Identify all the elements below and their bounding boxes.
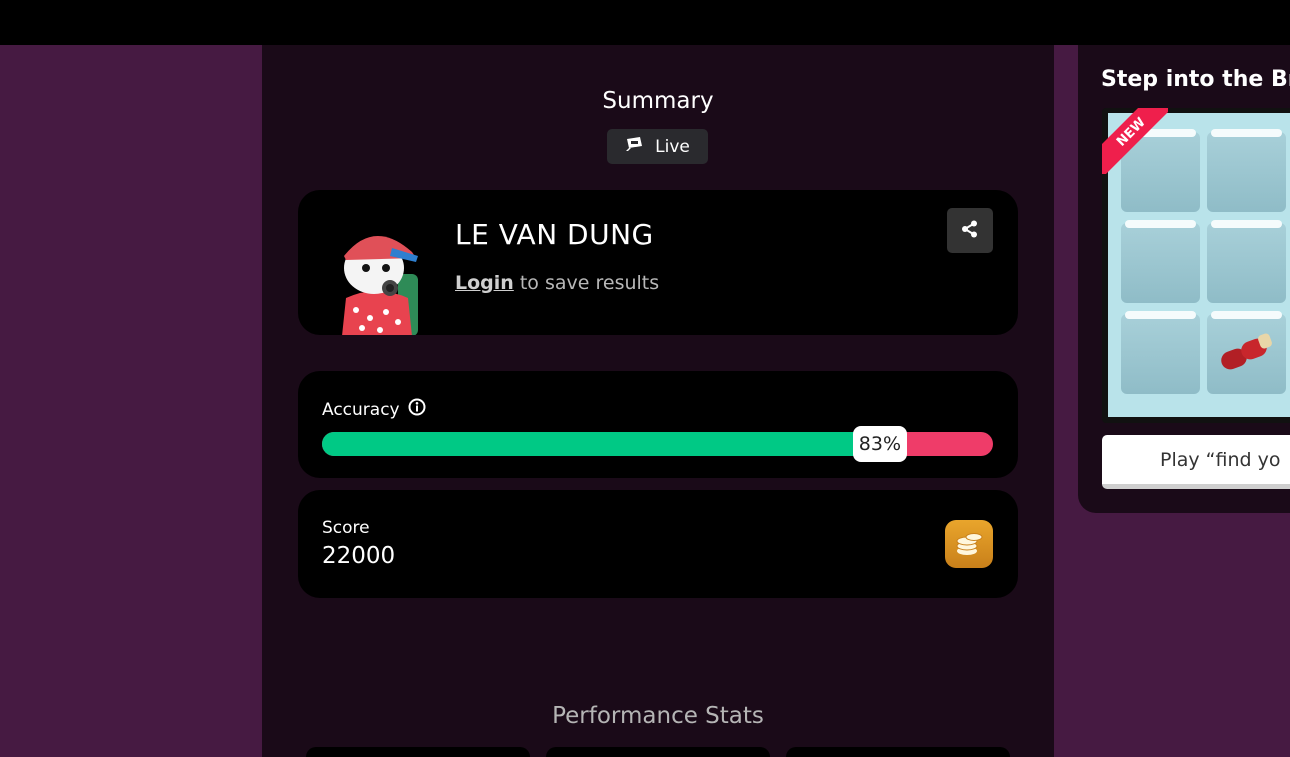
new-badge-label: NEW (1102, 108, 1168, 174)
login-prompt: Login to save results (455, 272, 659, 294)
login-link[interactable]: Login (455, 272, 514, 294)
binoculars-icon (1219, 332, 1279, 380)
live-mode-badge: Live (607, 129, 708, 164)
accuracy-header: Accuracy (322, 398, 426, 421)
stat-tile (546, 747, 770, 757)
accuracy-label: Accuracy (322, 399, 400, 420)
info-icon[interactable] (408, 398, 426, 421)
live-label: Live (655, 136, 690, 157)
share-icon (961, 220, 979, 242)
live-game-icon (625, 136, 645, 157)
new-badge: NEW (1102, 108, 1168, 174)
accuracy-bar: 83% (322, 426, 993, 462)
coins-icon (945, 520, 993, 568)
game-tile (1207, 129, 1286, 212)
game-tile (1207, 220, 1286, 303)
game-tile (1121, 311, 1200, 394)
stat-tile (306, 747, 530, 757)
player-card: LE VAN DUNG Login to save results (298, 190, 1018, 335)
score-label: Score (322, 518, 370, 538)
share-button[interactable] (947, 208, 993, 253)
score-value: 22000 (322, 543, 396, 569)
promo-image[interactable]: NEW (1102, 108, 1290, 423)
login-suffix: to save results (513, 272, 660, 294)
game-tile (1121, 220, 1200, 303)
accuracy-bar-fill (322, 432, 879, 456)
promo-card: Step into the Bro NEW Play “find yo (1078, 45, 1290, 513)
page-title: Summary (602, 88, 714, 114)
play-promo-button[interactable]: Play “find yo (1102, 435, 1290, 489)
game-tile (1207, 311, 1286, 394)
score-card: Score 22000 (298, 490, 1018, 598)
player-name: LE VAN DUNG (455, 218, 654, 251)
promo-title: Step into the Bro (1101, 67, 1290, 92)
accuracy-card: Accuracy 83% (298, 371, 1018, 478)
player-avatar (332, 226, 422, 335)
summary-panel: Summary Live LE VAN DUNG Login to save r… (262, 45, 1054, 757)
top-bar (0, 0, 1290, 45)
accuracy-percent: 83% (852, 426, 907, 462)
performance-stats-title: Performance Stats (552, 703, 764, 729)
stat-tile (786, 747, 1010, 757)
